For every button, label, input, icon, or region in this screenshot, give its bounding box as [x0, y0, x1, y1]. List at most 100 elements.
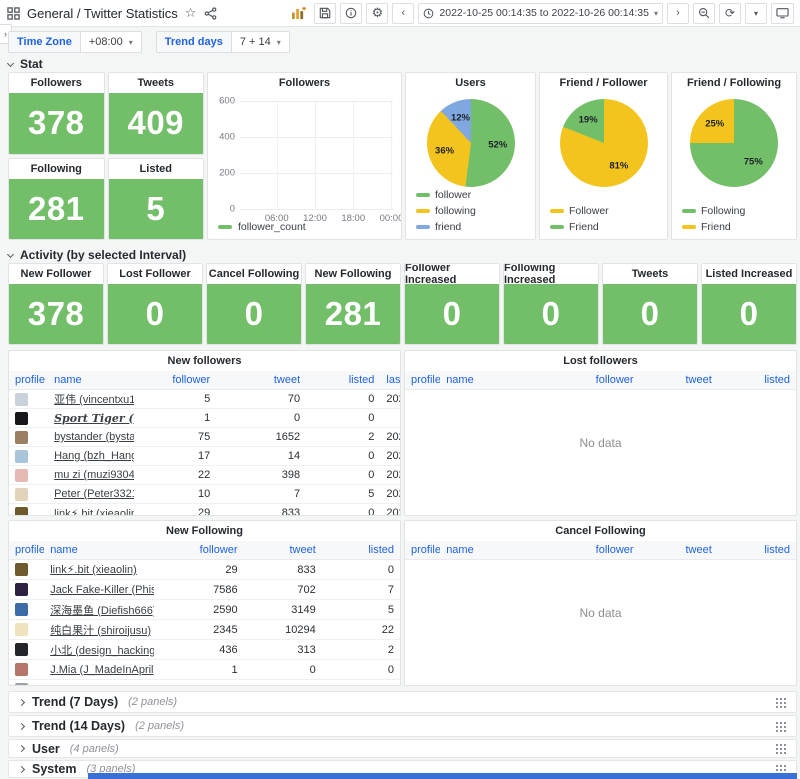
column-header-profile[interactable]: profile [405, 371, 440, 390]
column-header-follower[interactable]: follower [154, 541, 244, 560]
profile-link[interactable]: Sport Tiger (.. [54, 412, 134, 425]
row-header-user[interactable]: User(4 panels) [8, 739, 797, 758]
time-range-back-button[interactable]: ‹ [392, 3, 414, 24]
timezone-select[interactable]: +08:00 ▾ [80, 31, 142, 53]
column-header-follower[interactable]: follower [550, 371, 640, 390]
column-header-name[interactable]: name [44, 541, 153, 560]
pie-chart: 81%19% [540, 99, 667, 187]
profile-link[interactable]: 深海墨鱼 (Diefish666) [50, 605, 153, 617]
row-header-trend-14-days-[interactable]: Trend (14 Days)(2 panels) [8, 715, 797, 737]
column-header-tweet[interactable]: tweet [640, 371, 718, 390]
activity-stat-title[interactable]: New Follower [9, 264, 103, 284]
column-header-tweet[interactable]: tweet [216, 371, 306, 390]
column-header-listed[interactable]: listed [718, 371, 796, 390]
refresh-interval-dropdown[interactable]: ▾ [745, 3, 767, 24]
profile-link[interactable]: 纯白果汁 (shiroijusu) [50, 625, 151, 637]
column-header-profile[interactable]: profile [9, 541, 44, 560]
legend-item[interactable]: follower [416, 189, 471, 201]
tv-view-icon[interactable] [771, 3, 794, 24]
column-header-name[interactable]: name [440, 371, 549, 390]
profile-link[interactable]: Peter (Peter332167.. [54, 488, 134, 500]
pie-circle[interactable]: 81%19% [560, 99, 648, 187]
time-range-picker[interactable]: 2022-10-25 00:14:35 to 2022-10-26 00:14:… [418, 3, 663, 24]
add-panel-icon[interactable] [287, 3, 310, 24]
stat-panels: Followers378Tweets409Following281Listed5 [8, 72, 204, 240]
column-header-last[interactable]: last [380, 371, 400, 390]
dashboard-insights-icon[interactable] [340, 3, 362, 24]
x-axis-tick: 18:00 [341, 213, 365, 224]
row-header-activity[interactable]: Activity (by selected Interval) [8, 248, 186, 262]
save-dashboard-icon[interactable] [314, 3, 336, 24]
page-title[interactable]: General / Twitter Statistics [27, 6, 178, 21]
column-header-listed[interactable]: listed [718, 541, 796, 560]
time-range-forward-button[interactable]: › [667, 3, 689, 24]
panel-title[interactable]: Friend / Follower [540, 73, 667, 93]
activity-stat-title[interactable]: New Following [306, 264, 400, 284]
activity-stat-title[interactable]: Listed Increased [702, 264, 796, 284]
activity-stat-title[interactable]: Follower Increased [405, 264, 499, 284]
cell-profile [9, 447, 48, 466]
trend-days-select[interactable]: 7 + 14 ▾ [231, 31, 290, 53]
table-title[interactable]: New Following [9, 521, 400, 541]
column-header-listed[interactable]: listed [322, 541, 400, 560]
column-header-listed[interactable]: listed [306, 371, 380, 390]
zoom-out-icon[interactable] [693, 3, 715, 24]
stat-title[interactable]: Following [9, 159, 104, 179]
refresh-icon[interactable]: ⟳ [719, 3, 741, 24]
panel-title[interactable]: Friend / Following [672, 73, 796, 93]
star-icon[interactable]: ☆ [185, 5, 197, 21]
column-header-name[interactable]: name [48, 371, 134, 390]
stat-title[interactable]: Followers [9, 73, 104, 93]
table-title[interactable]: New followers [9, 351, 400, 371]
profile-link[interactable]: 亚伟 (vincentxu1318) [54, 394, 134, 406]
panel-title[interactable]: Users [406, 73, 535, 93]
share-icon[interactable] [203, 6, 217, 20]
table-title[interactable]: Lost followers [405, 351, 796, 371]
dashboard-grid-icon[interactable] [6, 6, 20, 20]
row-header-trend-7-days-[interactable]: Trend (7 Days)(2 panels) [8, 691, 797, 713]
profile-link[interactable]: Hang (bzh_Hang) [54, 450, 134, 462]
column-header-name[interactable]: name [440, 541, 549, 560]
profile-link[interactable]: Jack Fake-Killer (Phish... [50, 584, 153, 596]
column-header-tweet[interactable]: tweet [244, 541, 322, 560]
table-title[interactable]: Cancel Following [405, 521, 796, 541]
dashboard-settings-icon[interactable]: ⚙ [366, 3, 388, 24]
drag-handle-icon[interactable] [775, 743, 786, 754]
time-series-plot[interactable]: 600400200006:0012:0018:0000:00 [240, 101, 393, 209]
profile-link[interactable]: mu zi (muzi930409.. [54, 469, 134, 481]
profile-link[interactable]: J.Mia (J_MadeInApril) [50, 664, 153, 676]
legend-item[interactable]: Follower [550, 205, 609, 217]
legend-swatch [550, 209, 564, 213]
legend-item[interactable]: Following [682, 205, 745, 217]
profile-link[interactable]: link⚡.bit (xieaolin) [54, 508, 134, 517]
drag-handle-icon[interactable] [775, 697, 786, 708]
column-header-profile[interactable]: profile [405, 541, 440, 560]
pie-circle[interactable]: 52%36%12% [427, 99, 515, 187]
activity-stat-title[interactable]: Cancel Following [207, 264, 301, 284]
activity-stat-value: 0 [443, 295, 462, 333]
column-header-profile[interactable]: profile [9, 371, 48, 390]
profile-link[interactable]: link⚡.bit (xieaolin) [50, 564, 137, 576]
activity-stat-title[interactable]: Lost Follower [108, 264, 202, 284]
drag-handle-icon[interactable] [775, 721, 786, 732]
cell-profile [9, 390, 48, 409]
activity-stat-value-area: 281 [306, 284, 400, 344]
legend-item[interactable]: friend [416, 221, 461, 233]
row-header-stat[interactable]: Stat [8, 57, 43, 71]
profile-link[interactable]: Ebco (Ebco1996) [50, 684, 135, 687]
legend-item[interactable]: Friend [682, 221, 731, 233]
column-header-follower[interactable]: follower [134, 371, 216, 390]
panel-title[interactable]: Followers [208, 73, 401, 93]
chart-legend[interactable]: follower_count [218, 221, 306, 233]
column-header-tweet[interactable]: tweet [640, 541, 718, 560]
stat-title[interactable]: Tweets [109, 73, 204, 93]
legend-item[interactable]: following [416, 205, 476, 217]
column-header-follower[interactable]: follower [550, 541, 640, 560]
pie-circle[interactable]: 75%25% [690, 99, 778, 187]
legend-item[interactable]: Friend [550, 221, 599, 233]
profile-link[interactable]: bystander (bystand.. [54, 431, 134, 443]
stat-title[interactable]: Listed [109, 159, 204, 179]
activity-stat-title[interactable]: Tweets [603, 264, 697, 284]
profile-link[interactable]: 小北 (design_hacking) [50, 645, 153, 657]
activity-stat-title[interactable]: Following Increased [504, 264, 598, 284]
